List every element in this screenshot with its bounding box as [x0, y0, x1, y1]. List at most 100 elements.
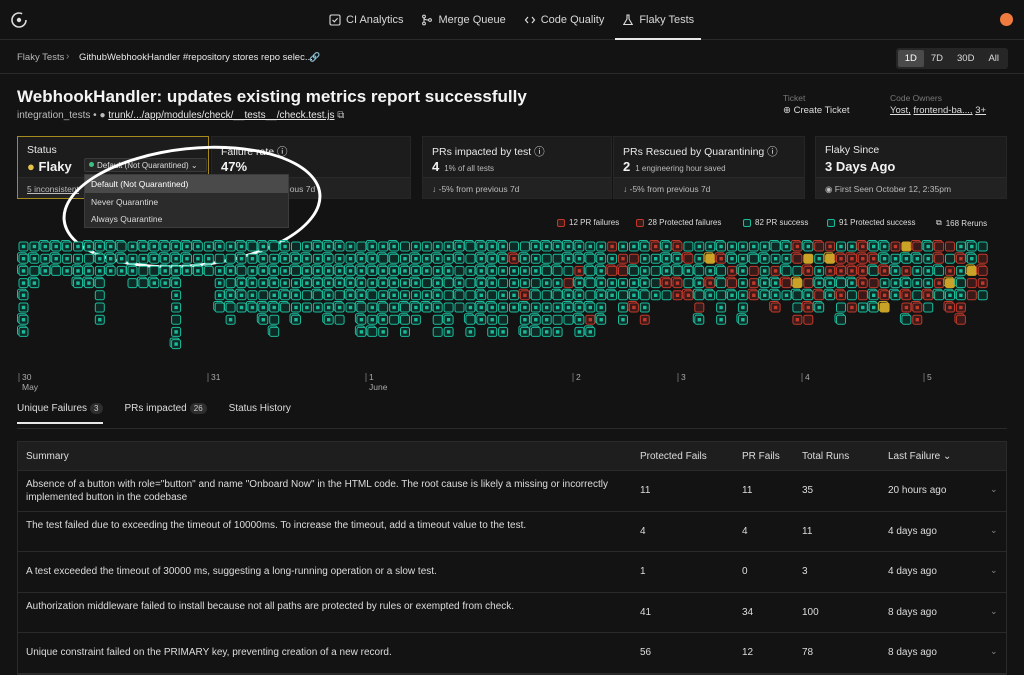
run-marker[interactable] [378, 253, 389, 264]
run-marker[interactable] [225, 302, 236, 313]
run-marker[interactable] [389, 253, 400, 264]
run-marker[interactable] [258, 290, 269, 301]
run-marker[interactable] [803, 314, 814, 325]
run-marker[interactable] [171, 314, 182, 325]
run-marker[interactable] [247, 241, 258, 252]
range-all[interactable]: All [981, 50, 1006, 67]
tab-status-history[interactable]: Status History [229, 403, 291, 424]
run-marker[interactable] [912, 241, 923, 252]
run-marker[interactable] [792, 265, 803, 276]
expand-chevron-icon[interactable]: ⌄ [990, 525, 998, 536]
run-marker[interactable] [225, 253, 236, 264]
info-icon[interactable]: ⓘ [767, 146, 778, 158]
table-row[interactable]: Unique constraint failed on the PRIMARY … [18, 633, 1006, 674]
run-marker[interactable] [585, 278, 596, 289]
run-marker[interactable] [966, 265, 977, 276]
run-marker[interactable] [509, 241, 519, 252]
run-marker[interactable] [955, 278, 966, 289]
run-marker[interactable] [977, 290, 988, 301]
run-marker[interactable] [955, 314, 966, 325]
run-marker[interactable] [770, 241, 781, 252]
run-marker[interactable] [792, 253, 803, 264]
expand-chevron-icon[interactable]: ⌄ [990, 484, 998, 495]
run-marker[interactable] [650, 278, 661, 289]
run-marker[interactable] [563, 314, 574, 325]
run-marker[interactable] [203, 265, 214, 276]
run-marker[interactable] [934, 253, 945, 264]
run-marker[interactable] [683, 241, 694, 252]
file-path-link[interactable]: trunk/.../app/modules/check/__tests__/ch… [108, 110, 334, 121]
run-marker[interactable] [639, 290, 650, 301]
run-marker[interactable] [694, 265, 705, 276]
run-marker[interactable] [607, 265, 618, 276]
nav-flaky-tests[interactable]: Flaky Tests [613, 0, 703, 40]
run-marker[interactable] [530, 278, 541, 289]
run-marker[interactable] [541, 253, 552, 264]
col-total-runs[interactable]: Total Runs [802, 451, 849, 462]
run-marker[interactable] [901, 241, 912, 252]
run-marker[interactable] [214, 302, 225, 313]
run-marker[interactable] [291, 265, 301, 276]
run-marker[interactable] [454, 302, 465, 313]
run-marker[interactable] [792, 302, 803, 313]
run-marker[interactable] [825, 253, 836, 264]
run-marker[interactable] [977, 265, 988, 276]
run-marker[interactable] [716, 278, 727, 289]
run-marker[interactable] [836, 278, 846, 289]
range-7d[interactable]: 7D [924, 50, 950, 67]
run-marker[interactable] [519, 241, 530, 252]
run-marker[interactable] [934, 241, 945, 252]
nav-code-quality[interactable]: Code Quality [515, 0, 614, 40]
run-marker[interactable] [487, 290, 498, 301]
run-marker[interactable] [378, 302, 389, 313]
logo-icon[interactable] [10, 11, 28, 29]
owner-more[interactable]: 3+ [975, 105, 986, 116]
run-marker[interactable] [618, 265, 628, 276]
run-marker[interactable] [301, 290, 312, 301]
run-marker[interactable] [781, 278, 792, 289]
run-marker[interactable] [814, 241, 825, 252]
run-marker[interactable] [618, 290, 628, 301]
run-marker[interactable] [934, 290, 945, 301]
run-marker[interactable] [541, 265, 552, 276]
run-marker[interactable] [541, 290, 552, 301]
run-marker[interactable] [868, 278, 879, 289]
run-marker[interactable] [138, 265, 149, 276]
expand-chevron-icon[interactable]: ⌄ [990, 565, 998, 576]
run-marker[interactable] [846, 290, 857, 301]
run-marker[interactable] [923, 302, 934, 313]
run-marker[interactable] [836, 314, 846, 325]
run-marker[interactable] [945, 241, 955, 252]
tab-prs-impacted[interactable]: PRs impacted 26 [125, 403, 207, 424]
run-marker[interactable] [781, 265, 792, 276]
run-marker[interactable] [803, 253, 814, 264]
run-marker[interactable] [672, 265, 683, 276]
run-marker[interactable] [705, 253, 716, 264]
run-marker[interactable] [334, 314, 345, 325]
run-marker[interactable] [716, 265, 727, 276]
run-marker[interactable] [628, 265, 639, 276]
run-marker[interactable] [94, 290, 105, 301]
info-icon[interactable]: ⓘ [534, 146, 545, 158]
run-marker[interactable] [694, 302, 705, 313]
run-marker[interactable] [356, 302, 367, 313]
col-last-failure[interactable]: Last Failure ⌄ [888, 451, 951, 462]
run-marker[interactable] [291, 241, 301, 252]
run-marker[interactable] [727, 278, 737, 289]
avatar[interactable] [1000, 13, 1013, 26]
link-icon[interactable]: 🔗 [309, 52, 320, 63]
run-marker[interactable] [312, 290, 323, 301]
run-marker[interactable] [748, 253, 759, 264]
run-marker[interactable] [934, 265, 945, 276]
run-marker[interactable] [367, 290, 378, 301]
expand-chevron-icon[interactable]: ⌄ [990, 646, 998, 657]
run-marker[interactable] [269, 241, 280, 252]
run-marker[interactable] [400, 302, 410, 313]
run-marker[interactable] [814, 290, 825, 301]
run-marker[interactable] [389, 314, 400, 325]
tab-unique-failures[interactable]: Unique Failures 3 [17, 403, 103, 424]
run-marker[interactable] [116, 241, 127, 252]
run-marker[interactable] [465, 253, 476, 264]
run-marker[interactable] [465, 241, 476, 252]
run-marker[interactable] [29, 265, 40, 276]
